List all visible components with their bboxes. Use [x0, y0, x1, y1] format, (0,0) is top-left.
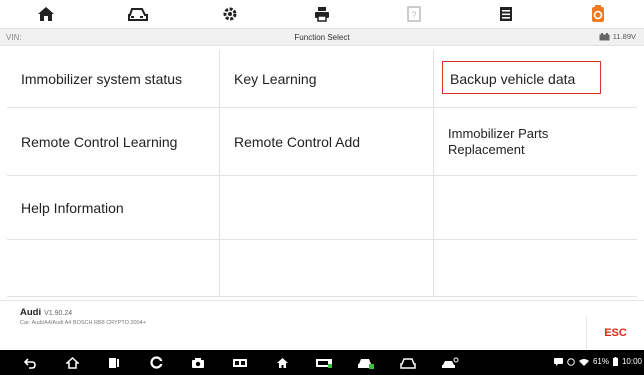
settings-icon: [223, 7, 237, 21]
function-key-learning[interactable]: Key Learning: [220, 50, 434, 108]
screenshot-button[interactable]: [180, 350, 216, 375]
vehicle-info-footer: Audi V1.90.24 Car: Audi/A4/Audi A4 BOSCH …: [0, 300, 644, 350]
back-icon: [24, 357, 36, 369]
function-title-bar: VIN: Function Select 11.89V: [0, 28, 644, 46]
message-icon: [553, 357, 563, 366]
camera-icon: [192, 357, 204, 368]
function-remote-control-add[interactable]: Remote Control Add: [220, 108, 434, 176]
battery-percent: 61%: [592, 357, 609, 366]
function-label: Key Learning: [234, 70, 317, 87]
function-empty-slot: [7, 240, 220, 297]
home-button[interactable]: [0, 0, 92, 28]
vci-button[interactable]: [222, 350, 258, 375]
function-backup-vehicle-data[interactable]: Backup vehicle data: [434, 50, 637, 108]
svg-text:?: ?: [411, 10, 416, 20]
device-battery-icon: [612, 357, 618, 366]
function-help-information[interactable]: Help Information: [7, 176, 220, 240]
top-toolbar: ?: [0, 0, 644, 28]
function-label: Remote Control Add: [234, 133, 361, 150]
clock: 10:00: [621, 357, 642, 366]
esc-button[interactable]: ESC: [586, 316, 644, 350]
vehicle-button[interactable]: [92, 0, 184, 28]
remote-button[interactable]: [432, 350, 468, 375]
vehicle-shortcut-icon: [358, 358, 374, 369]
vci-icon: [233, 358, 247, 367]
voltage-value: 11.89V: [612, 32, 636, 41]
function-label: Immobilizer Parts Replacement: [448, 125, 549, 157]
remote-car-icon: [442, 357, 459, 368]
vcmi-button[interactable]: [306, 350, 342, 375]
wifi-icon: [578, 358, 589, 366]
vehicle-icon: [128, 8, 148, 21]
make-name: Audi: [20, 307, 42, 318]
function-label: Remote Control Learning: [21, 133, 178, 150]
car-button[interactable]: [390, 350, 426, 375]
diag-home-button[interactable]: [264, 350, 300, 375]
logo-icon: [592, 5, 604, 22]
car-icon: [400, 357, 416, 369]
function-label: Help Information: [21, 199, 124, 216]
datalog-icon: [500, 7, 512, 21]
help-button[interactable]: ?: [368, 0, 460, 28]
function-empty-slot: [220, 176, 434, 240]
vcmi-icon: [316, 358, 332, 368]
function-label: Immobilizer system status: [21, 70, 183, 87]
clock-status-icon: [567, 357, 575, 366]
brand-logo-button[interactable]: [552, 0, 644, 28]
vehicle-shortcut-button[interactable]: [348, 350, 384, 375]
function-empty-slot: [220, 240, 434, 297]
function-empty-slot: [434, 240, 637, 297]
nav-home-icon: [65, 356, 79, 369]
browser-button[interactable]: [138, 350, 174, 375]
recent-apps-button[interactable]: [96, 350, 132, 375]
print-button[interactable]: [276, 0, 368, 28]
home-icon: [38, 7, 54, 21]
datalog-button[interactable]: [460, 0, 552, 28]
function-remote-control-learning[interactable]: Remote Control Learning: [7, 108, 220, 176]
back-button[interactable]: [12, 350, 48, 375]
settings-button[interactable]: [184, 0, 276, 28]
selection-highlight: [442, 61, 601, 94]
system-status-area: 61% 10:00: [553, 357, 642, 366]
nav-home-button[interactable]: [54, 350, 90, 375]
recent-apps-icon: [109, 357, 119, 368]
software-version: V1.90.24: [44, 310, 73, 317]
diag-home-icon: [276, 357, 288, 368]
browser-icon: [149, 356, 163, 369]
battery-icon: [599, 32, 610, 40]
battery-voltage: 11.89V: [599, 32, 636, 41]
vehicle-path: Car: Audi/A4/Audi A4 BOSCH RB8 CRYPTO 20…: [20, 320, 146, 326]
page-title: Function Select: [294, 33, 350, 42]
help-icon: ?: [407, 6, 421, 22]
function-empty-slot: [434, 176, 637, 240]
vehicle-make: Audi V1.90.24: [20, 307, 72, 318]
system-nav-bar: 61% 10:00: [0, 350, 644, 375]
function-immobilizer-status[interactable]: Immobilizer system status: [7, 50, 220, 108]
function-immobilizer-parts-replacement[interactable]: Immobilizer Parts Replacement: [434, 108, 637, 176]
function-grid: Immobilizer system status Key Learning B…: [7, 50, 637, 297]
print-icon: [315, 7, 329, 22]
